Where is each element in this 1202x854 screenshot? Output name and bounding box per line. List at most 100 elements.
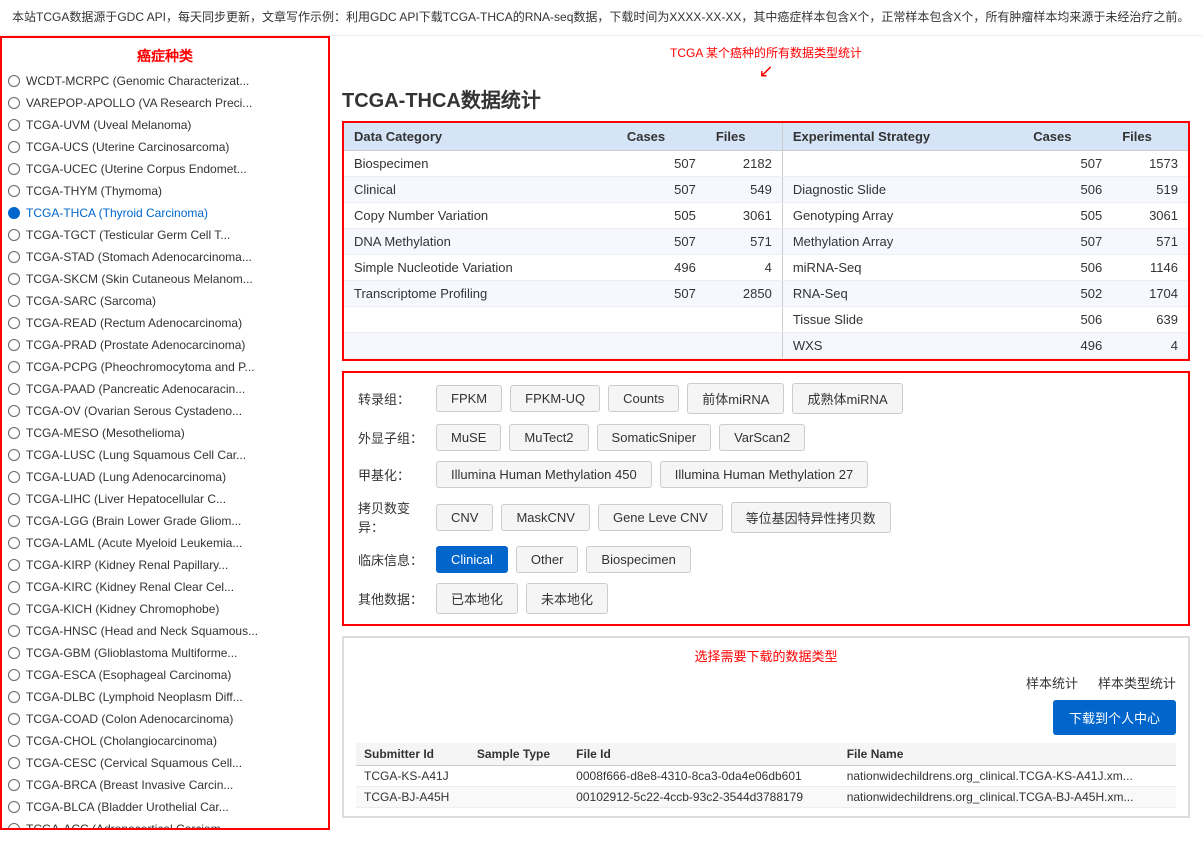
file_id-cell: 00102912-5c22-4ccb-93c2-3544d3788179 (568, 787, 839, 808)
filter-btn-allele[interactable]: 等位基因特异性拷贝数 (731, 502, 891, 533)
strategy-cell: Diagnostic Slide (782, 177, 1023, 203)
cases-right-cell: 506 (1023, 177, 1112, 203)
radio-icon (8, 625, 20, 637)
radio-icon (8, 801, 20, 813)
sidebar-item[interactable]: TCGA-PCPG (Pheochromocytoma and P... (2, 356, 328, 378)
sidebar-item[interactable]: TCGA-KIRC (Kidney Renal Clear Cel... (2, 576, 328, 598)
filter-btn-cnv[interactable]: CNV (436, 504, 493, 531)
filter-btn-mutect2[interactable]: MuTect2 (509, 424, 588, 451)
sidebar-item-label: TCGA-MESO (Mesothelioma) (26, 424, 185, 442)
sidebar-item[interactable]: TCGA-ESCA (Esophageal Carcinoma) (2, 664, 328, 686)
filter-btn-geneleve[interactable]: Gene Leve CNV (598, 504, 723, 531)
sidebar-item[interactable]: VAREPOP-APOLLO (VA Research Preci... (2, 92, 328, 114)
filter-btn-varscan2[interactable]: VarScan2 (719, 424, 805, 451)
sidebar-item[interactable]: TCGA-UVM (Uveal Melanoma) (2, 114, 328, 136)
sidebar-item[interactable]: TCGA-ACC (Adrenocortical Carciom... (2, 818, 328, 830)
sidebar-item[interactable]: TCGA-LGG (Brain Lower Grade Gliom... (2, 510, 328, 532)
sidebar-item-label: TCGA-BRCA (Breast Invasive Carcin... (26, 776, 233, 794)
sidebar-item[interactable]: TCGA-SKCM (Skin Cutaneous Melanom... (2, 268, 328, 290)
sidebar-item[interactable]: TCGA-SARC (Sarcoma) (2, 290, 328, 312)
sidebar-item-label: TCGA-LAML (Acute Myeloid Leukemia... (26, 534, 242, 552)
strategy-cell: miRNA-Seq (782, 255, 1023, 281)
sidebar-item[interactable]: TCGA-LAML (Acute Myeloid Leukemia... (2, 532, 328, 554)
filter-btn-premirna[interactable]: 前体miRNA (687, 383, 784, 414)
filter-btn-maturemirna[interactable]: 成熟体miRNA (792, 383, 902, 414)
stat-sample: 样本统计 (1026, 673, 1078, 692)
sidebar-item[interactable]: TCGA-DLBC (Lymphoid Neoplasm Diff... (2, 686, 328, 708)
filter-row-cnv: 拷贝数变异： CNV MaskCNV Gene Leve CNV 等位基因特异性… (358, 498, 1174, 536)
radio-icon (8, 229, 20, 241)
submitter_id-cell: TCGA-BJ-A45H (356, 787, 469, 808)
sidebar-item[interactable]: TCGA-CESC (Cervical Squamous Cell... (2, 752, 328, 774)
sidebar-item[interactable]: TCGA-LIHC (Liver Hepatocellular C... (2, 488, 328, 510)
cases-left-cell: 507 (617, 229, 706, 255)
filter-btn-clinical[interactable]: Clinical (436, 546, 508, 573)
filter-btn-somaticsniper[interactable]: SomaticSniper (597, 424, 712, 451)
sidebar-item[interactable]: TCGA-HNSC (Head and Neck Squamous... (2, 620, 328, 642)
sidebar-item[interactable]: TCGA-LUSC (Lung Squamous Cell Car... (2, 444, 328, 466)
filter-btn-counts[interactable]: Counts (608, 385, 679, 412)
strategy-cell (782, 151, 1023, 177)
radio-icon (8, 427, 20, 439)
sidebar-item[interactable]: TCGA-PRAD (Prostate Adenocarcinoma) (2, 334, 328, 356)
radio-icon (8, 757, 20, 769)
filter-row-other: 其他数据： 已本地化 未本地化 (358, 583, 1174, 614)
sidebar-item[interactable]: TCGA-UCS (Uterine Carcinosarcoma) (2, 136, 328, 158)
sidebar-item[interactable]: TCGA-COAD (Colon Adenocarcinoma) (2, 708, 328, 730)
filter-row-methylation: 甲基化： Illumina Human Methylation 450 Illu… (358, 461, 1174, 488)
cases-right-cell: 506 (1023, 255, 1112, 281)
sidebar-item[interactable]: TCGA-UCEC (Uterine Corpus Endomet... (2, 158, 328, 180)
files-right-cell: 1146 (1112, 255, 1188, 281)
radio-icon (8, 317, 20, 329)
sample_type-cell (469, 766, 568, 787)
files-right-cell: 571 (1112, 229, 1188, 255)
sidebar-item-label: TCGA-GBM (Glioblastoma Multiforme... (26, 644, 237, 662)
files-right-cell: 1704 (1112, 281, 1188, 307)
sidebar-item[interactable]: TCGA-THCA (Thyroid Carcinoma) (2, 202, 328, 224)
cancer-sidebar: 癌症种类 WCDT-MCRPC (Genomic Characterizat..… (0, 36, 330, 830)
sidebar-item[interactable]: TCGA-THYM (Thymoma) (2, 180, 328, 202)
cases-right-cell: 507 (1023, 151, 1112, 177)
files-left-cell: 2850 (706, 281, 783, 307)
filter-btn-other[interactable]: Other (516, 546, 579, 573)
sidebar-item[interactable]: TCGA-KIRP (Kidney Renal Papillary... (2, 554, 328, 576)
radio-icon (8, 691, 20, 703)
filter-btn-maskcnv[interactable]: MaskCNV (501, 504, 590, 531)
filter-btn-450[interactable]: Illumina Human Methylation 450 (436, 461, 652, 488)
sidebar-item[interactable]: TCGA-BRCA (Breast Invasive Carcin... (2, 774, 328, 796)
filter-btn-27[interactable]: Illumina Human Methylation 27 (660, 461, 868, 488)
cases-right-cell: 496 (1023, 333, 1112, 359)
file_id-cell: 0008f666-d8e8-4310-8ca3-0da4e06db601 (568, 766, 839, 787)
filter-btn-fpkm-uq[interactable]: FPKM-UQ (510, 385, 600, 412)
sidebar-item[interactable]: TCGA-OV (Ovarian Serous Cystadeno... (2, 400, 328, 422)
radio-icon (8, 603, 20, 615)
sidebar-item[interactable]: TCGA-BLCA (Bladder Urothelial Car... (2, 796, 328, 818)
sidebar-item-label: TCGA-ACC (Adrenocortical Carciom... (26, 820, 231, 830)
filter-btn-fpkm[interactable]: FPKM (436, 385, 502, 412)
download-table-body: TCGA-KS-A41J0008f666-d8e8-4310-8ca3-0da4… (356, 766, 1176, 808)
filter-btn-notlocalized[interactable]: 未本地化 (526, 583, 608, 614)
sidebar-item[interactable]: TCGA-LUAD (Lung Adenocarcinoma) (2, 466, 328, 488)
filter-btn-localized[interactable]: 已本地化 (436, 583, 518, 614)
sidebar-item[interactable]: TCGA-MESO (Mesothelioma) (2, 422, 328, 444)
files-right-cell: 639 (1112, 307, 1188, 333)
radio-icon (8, 515, 20, 527)
sidebar-item[interactable]: TCGA-PAAD (Pancreatic Adenocaracin... (2, 378, 328, 400)
sidebar-item[interactable]: TCGA-CHOL (Cholangiocarcinoma) (2, 730, 328, 752)
sidebar-item[interactable]: TCGA-GBM (Glioblastoma Multiforme... (2, 642, 328, 664)
sidebar-item-label: TCGA-LIHC (Liver Hepatocellular C... (26, 490, 226, 508)
filter-btn-muse[interactable]: MuSE (436, 424, 501, 451)
sidebar-item[interactable]: TCGA-READ (Rectum Adenocarcinoma) (2, 312, 328, 334)
sidebar-item[interactable]: WCDT-MCRPC (Genomic Characterizat... (2, 70, 328, 92)
filter-btn-biospecimen[interactable]: Biospecimen (586, 546, 690, 573)
sidebar-item[interactable]: TCGA-STAD (Stomach Adenocarcinoma... (2, 246, 328, 268)
filter-label-cnv: 拷贝数变异： (358, 498, 428, 536)
sidebar-item[interactable]: TCGA-KICH (Kidney Chromophobe) (2, 598, 328, 620)
radio-icon (8, 251, 20, 263)
download-button[interactable]: 下载到个人中心 (1053, 700, 1176, 735)
radio-icon (8, 163, 20, 175)
sidebar-item[interactable]: TCGA-TGCT (Testicular Germ Cell T... (2, 224, 328, 246)
sidebar-item-label: TCGA-THYM (Thymoma) (26, 182, 162, 200)
cases-left-cell: 505 (617, 203, 706, 229)
cases-left-cell (617, 307, 706, 333)
